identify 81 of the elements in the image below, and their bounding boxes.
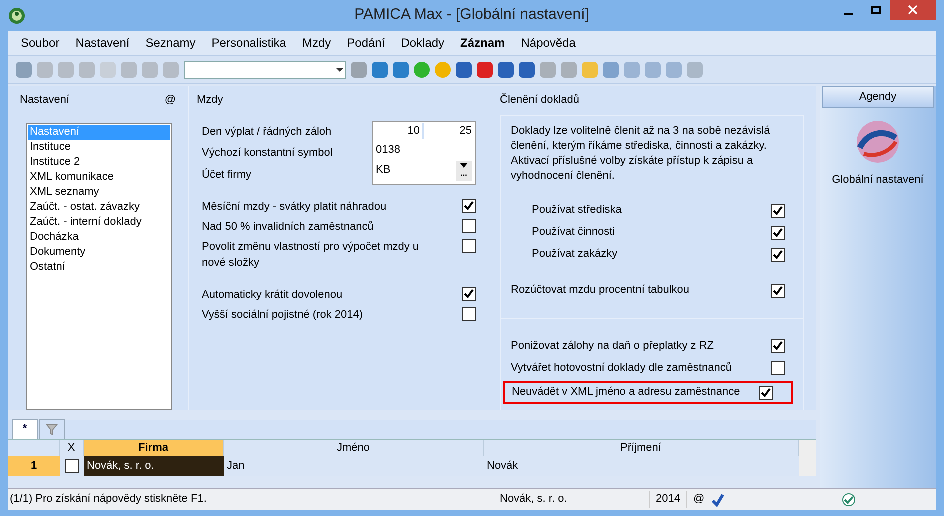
option-label: Používat zakázky (532, 247, 618, 262)
option-label: Povolit změnu vlastností pro výpočet mzdy u nové složky (202, 240, 420, 270)
input-field[interactable]: 10 (376, 122, 424, 140)
checkbox[interactable] (462, 306, 476, 320)
table-cell-text: Jan (226, 459, 246, 474)
menu-item[interactable]: Mzdy (295, 34, 338, 52)
field-label: Den výplat / řádných záloh (202, 124, 333, 140)
window-title: PAMICA Max - [Globální nastavení] (354, 5, 590, 26)
option-label: Měsíční mzdy - svátky platit náhradou (202, 200, 388, 214)
filter-tab[interactable] (39, 419, 65, 439)
list-item[interactable]: Docházka (28, 230, 170, 244)
menu-item[interactable]: Soubor (14, 34, 67, 52)
grid-tab[interactable]: * (12, 419, 38, 439)
app-logo-icon (8, 6, 26, 24)
checkbox[interactable] (759, 386, 773, 400)
option-label: Neuvádět v XML jméno a adresu zaměstnance (512, 385, 740, 400)
column-header[interactable]: Firma (84, 440, 224, 456)
caret-icon (460, 163, 468, 168)
menu-item[interactable]: Záznam (454, 34, 512, 52)
section-title: Mzdy (197, 94, 224, 106)
list-item[interactable]: XML komunikace (28, 170, 170, 184)
browse-button[interactable]: ... (456, 170, 472, 180)
option-label: Rozúčtovat mzdu procentní tabulkou (511, 283, 690, 298)
option-label: Nad 50 % invalidních zaměstnanců (202, 220, 375, 234)
list-item[interactable]: Zaúčt. - interní doklady (28, 214, 170, 230)
menu-item[interactable]: Nápověda (514, 34, 583, 52)
list-item[interactable]: Instituce (28, 140, 170, 154)
description-text: Doklady lze volitelně členit až na 3 na sobě nezávislá členění, kterým říkáme střediska, činnosti a zakázky. Aktivací příslušné volby získáte přístup k zápisu a vyhodnocení členění. (510, 124, 772, 184)
input-field[interactable]: KB (376, 162, 456, 179)
status-message: (1/1) Pro získání nápovědy stiskněte F1. (9, 492, 208, 508)
status-at-sign: @ (692, 492, 706, 508)
checkbox[interactable] (771, 361, 785, 375)
checkbox[interactable] (462, 286, 476, 300)
field-label: Výchozí konstantní symbol (202, 146, 334, 161)
checkbox[interactable] (462, 218, 476, 232)
ok-icon (842, 492, 856, 506)
close-icon (908, 5, 918, 15)
option-label: Používat střediska (532, 203, 622, 218)
list-item[interactable]: Zaúčt. - ostat. závazky (28, 200, 170, 214)
list-item[interactable]: XML seznamy (28, 184, 170, 200)
section-title: Nastavení (20, 93, 70, 108)
checkbox[interactable] (462, 238, 476, 252)
checkbox[interactable] (462, 198, 476, 212)
row-number: 1 (8, 456, 60, 476)
table-cell-text: Novák (486, 459, 520, 474)
section-title: Členění dokladů (500, 92, 581, 108)
option-label: Vytvářet hotovostní doklady dle zaměstnanců (511, 360, 732, 376)
list-item[interactable]: Instituce 2 (28, 154, 170, 170)
status-year: 2014 (650, 491, 688, 508)
agenda-item[interactable]: Globální nastavení (820, 172, 936, 188)
panel-header: Agendy (822, 86, 934, 108)
table-cell: Novák, s. r. o. (84, 456, 224, 476)
menu-item[interactable]: Seznamy (138, 34, 203, 52)
list-item[interactable]: Dokumenty (28, 244, 170, 260)
list-item[interactable]: Ostatní (28, 260, 170, 274)
input-field[interactable]: 0138 (376, 140, 472, 160)
option-label: Automaticky krátit dovolenou (202, 288, 344, 302)
scrollbar[interactable] (799, 440, 816, 476)
option-label: Vyšší sociální pojistné (rok 2014) (202, 308, 364, 322)
checkbox[interactable] (771, 284, 785, 298)
dropdown-button[interactable] (456, 160, 472, 170)
menu-item[interactable]: Nastavení (68, 34, 137, 52)
toolbar-combo[interactable] (184, 60, 346, 78)
checkbox[interactable] (771, 248, 785, 262)
checkbox[interactable] (65, 459, 79, 473)
input-field[interactable]: 25 (424, 122, 472, 140)
globe-icon (854, 118, 902, 166)
checkbox[interactable] (771, 226, 785, 240)
status-company: Novák, s. r. o. (500, 491, 650, 508)
menu-item[interactable]: Personalistika (204, 34, 294, 52)
menu-item[interactable]: Doklady (394, 34, 452, 52)
checkbox[interactable] (771, 339, 785, 353)
checkmark-icon (710, 492, 725, 506)
caret-icon (335, 66, 345, 72)
close-button[interactable] (890, 0, 936, 20)
at-sign: @ (164, 93, 176, 108)
checkbox[interactable] (771, 204, 785, 218)
option-label: Používat činnosti (532, 225, 616, 240)
option-label: Ponižovat zálohy na daň o přeplatky z RZ (511, 338, 714, 354)
field-label: Účet firmy (202, 168, 252, 182)
menu-item[interactable]: Podání (340, 34, 392, 52)
